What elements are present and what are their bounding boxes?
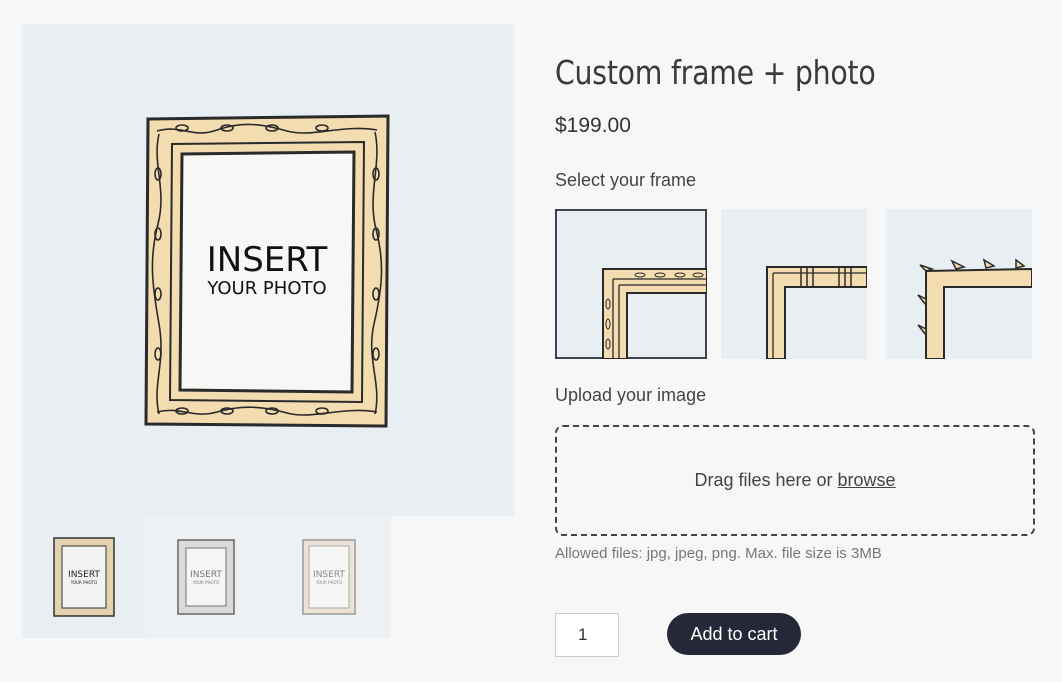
browse-link[interactable]: browse xyxy=(838,470,896,491)
select-frame-label: Select your frame xyxy=(555,170,697,190)
thumbnail-2[interactable]: INSERT YOUR PHOTO xyxy=(145,516,268,638)
quantity-input[interactable] xyxy=(555,613,619,657)
product-main-image[interactable]: INSERT YOUR PHOTO xyxy=(22,24,514,516)
thumb-your-photo-text: YOUR PHOTO xyxy=(70,580,98,585)
thumbnail-1[interactable]: INSERT YOUR PHOTO xyxy=(22,516,145,638)
thumbnail-3[interactable]: INSERT YOUR PHOTO xyxy=(268,516,391,638)
gallery-thumbnails: INSERT YOUR PHOTO INSERT YOUR PHOTO INSE… xyxy=(22,516,391,638)
allowed-files-note: Allowed files: jpg, jpeg, png. Max. file… xyxy=(555,545,882,562)
thumb-insert-text: INSERT xyxy=(68,570,100,580)
file-dropzone[interactable]: Drag files here or browse xyxy=(555,425,1035,536)
drop-text: Drag files here or xyxy=(694,470,833,490)
frame-option-leaf[interactable] xyxy=(886,209,1032,359)
frame-option-block[interactable] xyxy=(721,209,867,359)
frame-swatches xyxy=(555,209,1032,359)
your-photo-text: YOUR PHOTO xyxy=(206,278,326,299)
product-price: $199.00 xyxy=(555,114,631,137)
frame-illustration: INSERT YOUR PHOTO xyxy=(144,114,390,428)
frame-option-vine[interactable] xyxy=(555,209,707,359)
thumb-insert-text: INSERT xyxy=(313,570,345,580)
thumb-your-photo-text: YOUR PHOTO xyxy=(192,580,220,585)
add-to-cart-button[interactable]: Add to cart xyxy=(667,613,801,655)
thumb-your-photo-text: YOUR PHOTO xyxy=(315,580,343,585)
insert-text: INSERT xyxy=(207,240,328,280)
thumb-insert-text: INSERT xyxy=(190,570,222,580)
upload-image-label: Upload your image xyxy=(555,385,707,405)
product-title: Custom frame + photo xyxy=(555,53,876,92)
